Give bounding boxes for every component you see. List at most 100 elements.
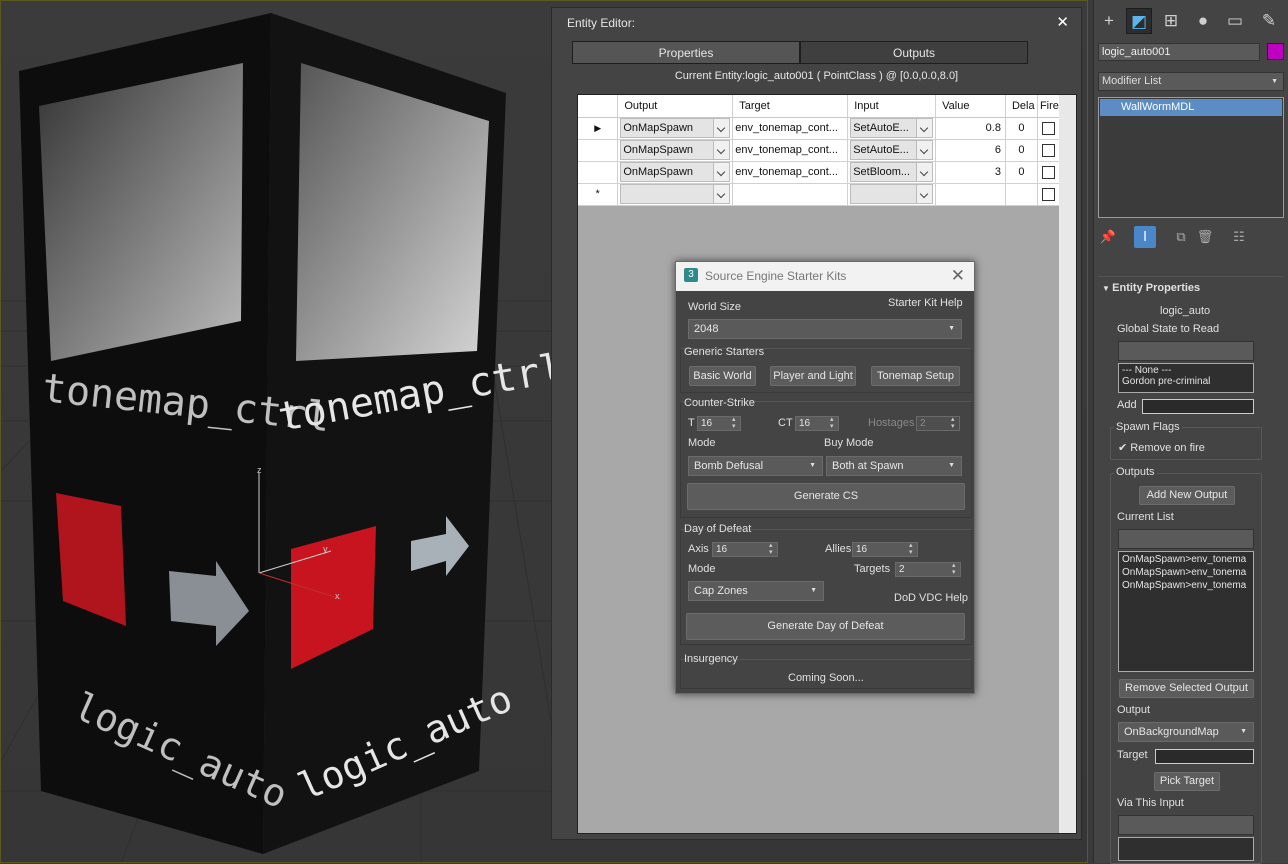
tab-outputs[interactable]: Outputs bbox=[800, 41, 1028, 64]
column-header-fire[interactable]: Fire bbox=[1037, 95, 1062, 118]
column-header-output[interactable]: Output bbox=[617, 95, 734, 118]
target-cell[interactable]: env_tonemap_cont... bbox=[732, 161, 849, 184]
object-color-swatch[interactable] bbox=[1267, 43, 1284, 60]
remove-modifier-icon[interactable]: 🗑 bbox=[1194, 226, 1216, 248]
fire-once-cell[interactable] bbox=[1037, 139, 1062, 162]
remove-on-fire-checkbox[interactable]: ✔ Remove on fire bbox=[1118, 441, 1205, 454]
global-state-field[interactable] bbox=[1118, 341, 1254, 361]
remove-selected-output-button[interactable]: Remove Selected Output bbox=[1119, 679, 1254, 698]
list-item[interactable]: Gordon pre-criminal bbox=[1122, 376, 1250, 387]
tonemap-setup-button[interactable]: Tonemap Setup bbox=[871, 366, 960, 386]
list-item[interactable]: OnMapSpawn>env_tonema bbox=[1122, 566, 1250, 579]
chevron-down-icon[interactable] bbox=[713, 119, 730, 137]
output-cell[interactable]: OnMapSpawn bbox=[617, 139, 734, 162]
output-cell[interactable] bbox=[617, 183, 734, 206]
output-cell[interactable]: OnMapSpawn bbox=[617, 117, 734, 140]
dod-mode-select[interactable]: Cap Zones bbox=[688, 581, 824, 601]
motion-icon[interactable]: ● bbox=[1190, 8, 1216, 34]
list-item[interactable]: --- None --- bbox=[1122, 365, 1250, 376]
starter-kits-titlebar[interactable]: 3 Source Engine Starter Kits ✕ bbox=[676, 262, 974, 291]
table-new-row[interactable]: * bbox=[578, 183, 1062, 206]
column-header-input[interactable]: Input bbox=[847, 95, 937, 118]
input-dropdown[interactable] bbox=[850, 184, 934, 204]
fire-once-cell[interactable] bbox=[1037, 161, 1062, 184]
show-end-result-icon[interactable]: Ⅰ bbox=[1134, 226, 1156, 248]
tab-properties[interactable]: Properties bbox=[572, 41, 800, 64]
list-item[interactable]: OnMapSpawn>env_tonema bbox=[1122, 553, 1250, 566]
delay-cell[interactable]: 0 bbox=[1005, 161, 1038, 184]
create-icon[interactable]: + bbox=[1096, 8, 1122, 34]
output-cell[interactable]: OnMapSpawn bbox=[617, 161, 734, 184]
modify-icon[interactable]: ◩ bbox=[1126, 8, 1152, 34]
buy-mode-select[interactable]: Both at Spawn bbox=[826, 456, 962, 476]
output-dropdown[interactable] bbox=[620, 184, 731, 204]
input-dropdown[interactable]: SetAutoE... bbox=[850, 140, 934, 160]
close-icon[interactable]: ✕ bbox=[1056, 13, 1069, 31]
target-cell[interactable] bbox=[732, 183, 849, 206]
input-cell[interactable]: SetAutoE... bbox=[847, 117, 937, 140]
list-item[interactable]: OnMapSpawn>env_tonema bbox=[1122, 579, 1250, 592]
allies-count-spinner[interactable]: 16 bbox=[852, 542, 918, 557]
cs-mode-select[interactable]: Bomb Defusal bbox=[688, 456, 823, 476]
value-cell[interactable] bbox=[935, 183, 1006, 206]
dod-vdc-help-link[interactable]: DoD VDC Help bbox=[894, 592, 968, 604]
value-cell[interactable]: 0.8 bbox=[935, 117, 1006, 140]
add-global-state-input[interactable] bbox=[1142, 399, 1254, 414]
rollout-title[interactable]: ▼ Entity Properties bbox=[1102, 282, 1200, 294]
make-unique-icon[interactable]: ⧉ bbox=[1170, 226, 1192, 248]
targets-spinner[interactable]: 2 bbox=[895, 562, 961, 577]
input-cell[interactable] bbox=[847, 183, 937, 206]
table-row[interactable]: ▶ OnMapSpawn env_tonemap_cont... SetAuto… bbox=[578, 117, 1062, 140]
chevron-down-icon[interactable] bbox=[916, 141, 933, 159]
delay-cell[interactable]: 0 bbox=[1005, 139, 1038, 162]
pin-stack-icon[interactable]: 📌 bbox=[1097, 226, 1119, 248]
via-input-list[interactable] bbox=[1118, 837, 1254, 861]
input-cell[interactable]: SetBloom... bbox=[847, 161, 937, 184]
output-dropdown[interactable]: OnMapSpawn bbox=[620, 118, 731, 138]
current-outputs-list[interactable]: OnMapSpawn>env_tonema OnMapSpawn>env_ton… bbox=[1118, 551, 1254, 672]
fire-once-checkbox[interactable] bbox=[1042, 143, 1056, 157]
configure-modifier-sets-icon[interactable]: ☷ bbox=[1228, 226, 1250, 248]
hostages-spinner[interactable]: 2 bbox=[916, 416, 960, 431]
output-dropdown[interactable]: OnMapSpawn bbox=[620, 140, 731, 160]
axis-count-spinner[interactable]: 16 bbox=[712, 542, 778, 557]
fire-once-cell[interactable] bbox=[1037, 117, 1062, 140]
fire-once-checkbox[interactable] bbox=[1042, 121, 1056, 135]
chevron-down-icon[interactable] bbox=[916, 163, 933, 181]
utilities-icon[interactable]: ✎ bbox=[1256, 8, 1282, 34]
output-dropdown[interactable]: OnMapSpawn bbox=[620, 162, 731, 182]
table-row[interactable]: OnMapSpawn env_tonemap_cont... SetAutoE.… bbox=[578, 139, 1062, 162]
column-header-value[interactable]: Value bbox=[935, 95, 1006, 118]
generate-day-of-defeat-button[interactable]: Generate Day of Defeat bbox=[686, 613, 965, 640]
world-size-select[interactable]: 2048 bbox=[688, 319, 962, 339]
output-select[interactable]: OnBackgroundMap bbox=[1118, 722, 1254, 742]
generate-cs-button[interactable]: Generate CS bbox=[687, 483, 965, 510]
t-count-spinner[interactable]: 16 bbox=[697, 416, 741, 431]
pick-target-button[interactable]: Pick Target bbox=[1154, 772, 1220, 791]
input-dropdown[interactable]: SetBloom... bbox=[850, 162, 934, 182]
hierarchy-icon[interactable]: ⊞ bbox=[1158, 8, 1184, 34]
value-cell[interactable]: 6 bbox=[935, 139, 1006, 162]
add-new-output-button[interactable]: Add New Output bbox=[1139, 486, 1235, 505]
fire-once-cell[interactable] bbox=[1037, 183, 1062, 206]
delay-cell[interactable] bbox=[1005, 183, 1038, 206]
global-state-list[interactable]: --- None --- Gordon pre-criminal bbox=[1118, 363, 1254, 393]
delay-cell[interactable]: 0 bbox=[1005, 117, 1038, 140]
basic-world-button[interactable]: Basic World bbox=[689, 366, 756, 386]
player-and-light-button[interactable]: Player and Light bbox=[770, 366, 856, 386]
target-input[interactable] bbox=[1155, 749, 1254, 764]
starter-kits-dialog[interactable]: 3 Source Engine Starter Kits ✕ World Siz… bbox=[675, 261, 975, 694]
command-panel[interactable]: + ◩ ⊞ ● ▭ ✎ logic_auto001 Modifier List … bbox=[1093, 0, 1288, 864]
chevron-down-icon[interactable] bbox=[713, 163, 730, 181]
grid-vertical-scrollbar[interactable] bbox=[1059, 95, 1076, 833]
chevron-down-icon[interactable] bbox=[916, 119, 933, 137]
display-icon[interactable]: ▭ bbox=[1222, 8, 1248, 34]
entity-editor-titlebar[interactable]: Entity Editor: ✕ bbox=[552, 8, 1081, 36]
fire-once-checkbox[interactable] bbox=[1042, 165, 1056, 179]
target-cell[interactable]: env_tonemap_cont... bbox=[732, 117, 849, 140]
object-name-field[interactable]: logic_auto001 bbox=[1098, 43, 1260, 61]
column-header-delay[interactable]: Dela bbox=[1005, 95, 1038, 118]
stack-item-wallwormmdl[interactable]: WallWormMDL bbox=[1100, 99, 1282, 116]
table-row[interactable]: OnMapSpawn env_tonemap_cont... SetBloom.… bbox=[578, 161, 1062, 184]
chevron-down-icon[interactable] bbox=[713, 185, 730, 203]
